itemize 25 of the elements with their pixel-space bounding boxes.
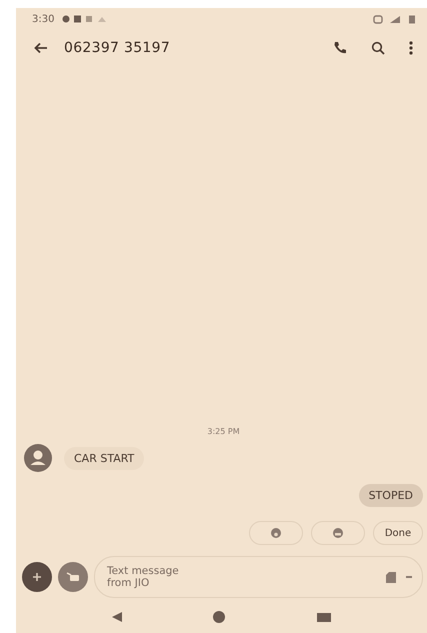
phone-icon[interactable] xyxy=(333,41,347,55)
home-nav-icon[interactable] xyxy=(213,611,226,623)
conversation-title: 062397 35197 xyxy=(64,40,170,56)
outgoing-message: STOPED xyxy=(358,484,423,507)
back-icon[interactable] xyxy=(34,42,48,54)
gallery-icon xyxy=(66,572,80,582)
avatar-icon xyxy=(24,444,52,472)
back-nav-icon[interactable] xyxy=(112,612,122,622)
search-icon[interactable] xyxy=(371,41,385,55)
add-button[interactable] xyxy=(22,562,52,592)
incoming-message: CAR START xyxy=(64,446,144,470)
dropdown-icon[interactable] xyxy=(406,576,412,578)
emoji-suggestion[interactable] xyxy=(249,521,303,545)
plus-icon xyxy=(33,573,41,581)
emoji-icon xyxy=(333,528,343,538)
gallery-button[interactable] xyxy=(58,562,88,592)
more-icon[interactable] xyxy=(409,41,413,55)
done-suggestion[interactable]: Done xyxy=(373,521,423,545)
message-timestamp: 3:25 PM xyxy=(207,427,240,436)
message-input-field[interactable]: Text message from JIO xyxy=(94,556,423,598)
emoji-suggestion[interactable] xyxy=(311,521,365,545)
status-time: 3:30 xyxy=(32,14,54,24)
recents-nav-icon[interactable] xyxy=(317,612,332,622)
sim-icon[interactable] xyxy=(386,572,396,582)
emoji-icon xyxy=(271,528,281,538)
